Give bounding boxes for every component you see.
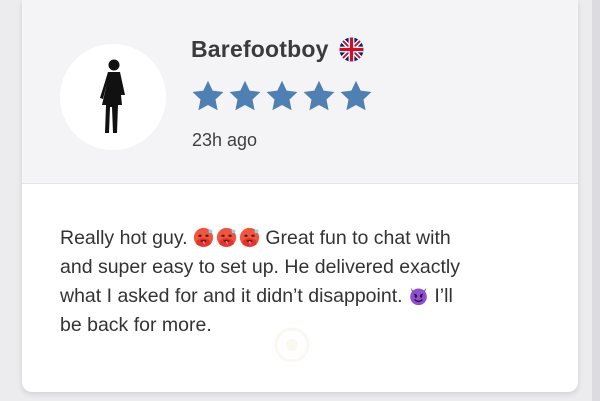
review-line: Really hot guy. Great fun to chat with (60, 224, 550, 253)
uk-flag-icon (339, 37, 364, 62)
review-text-segment: Great fun to chat with (265, 227, 451, 249)
review-timestamp: 23h ago (192, 130, 258, 150)
review-line: and super easy to set up. He delivered e… (60, 253, 550, 282)
hot-face-emoji-icon (216, 227, 237, 248)
review-text-segment: Really hot guy. (60, 227, 193, 249)
review-text-segment: I’ll (434, 285, 453, 307)
star-icon (340, 80, 372, 111)
star-icon (192, 80, 224, 111)
review-line: what I asked for and it didn’t disappoin… (60, 282, 550, 311)
smiling-devil-emoji-icon (410, 287, 427, 306)
review-text: Really hot guy. Great fun to chat with a… (60, 224, 550, 340)
avatar (60, 44, 166, 150)
review-text-segment: what I asked for and it didn’t disappoin… (60, 285, 408, 307)
person-silhouette-icon (100, 59, 125, 133)
star-icon (266, 80, 298, 111)
watermark-icon (274, 327, 310, 363)
star-icon (229, 80, 261, 111)
review-card: Barefootboy 23h ago Really hot guy. Grea… (22, 0, 578, 392)
review-text-segment: and super easy to set up. He delivered e… (60, 256, 460, 278)
hot-face-emoji-icon (239, 227, 260, 248)
star-rating (190, 78, 374, 114)
review-text-segment: be back for more. (60, 314, 212, 336)
star-icon (303, 80, 335, 111)
page-edge (592, 0, 600, 401)
reviewer-name-row: Barefootboy (191, 36, 364, 63)
hot-face-emoji-icon (193, 227, 214, 248)
review-header: Barefootboy 23h ago (22, 0, 578, 184)
reviewer-name: Barefootboy (191, 36, 329, 62)
